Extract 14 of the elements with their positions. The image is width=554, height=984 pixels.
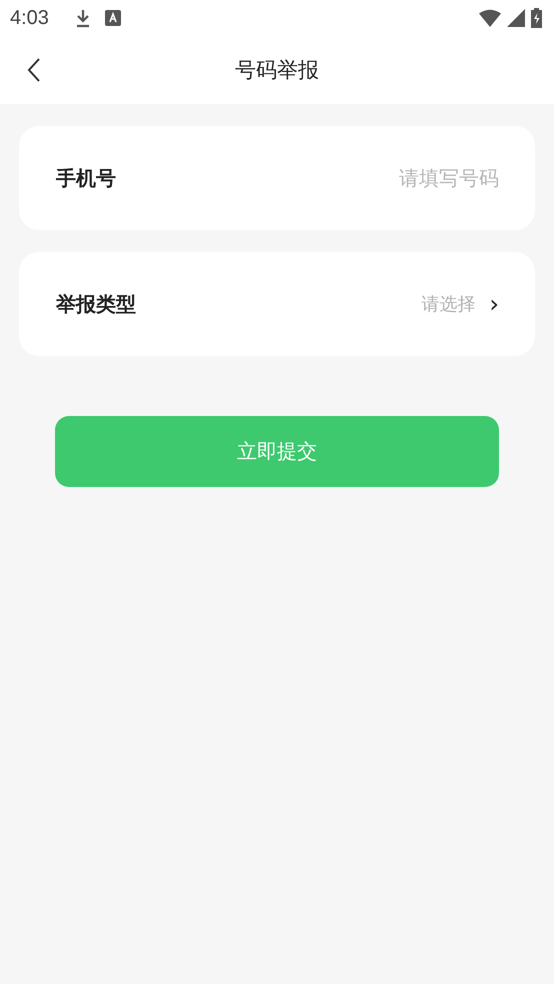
battery-charging-icon (531, 8, 542, 28)
field-label: 举报类型 (56, 290, 136, 318)
wifi-icon (479, 9, 501, 27)
select-placeholder: 请选择 (421, 293, 476, 316)
status-time: 4:03 (10, 6, 49, 30)
field-label: 手机号 (56, 164, 116, 192)
page-title: 号码举报 (235, 57, 319, 84)
chevron-icon: › (489, 290, 499, 318)
signal-icon (507, 9, 525, 27)
download-icon (74, 8, 91, 28)
back-button[interactable] (26, 56, 42, 84)
select-row[interactable]: 举报类型 请选择 › (19, 252, 535, 356)
phone-input-field[interactable]: 请填写号码 (299, 166, 499, 190)
app-notification-icon (104, 10, 121, 26)
